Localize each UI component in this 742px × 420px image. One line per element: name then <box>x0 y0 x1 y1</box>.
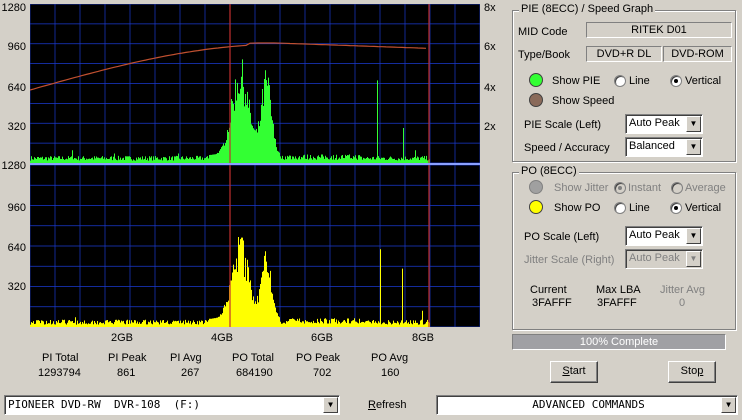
po-peak-label: PO Peak <box>296 352 341 364</box>
jitter-scale-value: Auto Peak <box>629 252 680 264</box>
po-graph <box>30 165 480 327</box>
po-axis-label-960: 960 <box>7 202 26 214</box>
jitter-color-swatch <box>529 180 543 194</box>
advanced-commands-select[interactable]: ADVANCED COMMANDS ▼ <box>436 395 738 415</box>
speed-axis-label-2x: 2x <box>484 121 496 133</box>
pi-peak-value: 861 <box>117 367 136 379</box>
pie-vertical-label[interactable]: Vertical <box>685 75 721 87</box>
pie-scale-label: PIE Scale (Left) <box>524 119 602 131</box>
speed-accuracy-value: Balanced <box>629 140 675 152</box>
current-label: Current <box>530 284 567 296</box>
start-button[interactable]: Start <box>550 361 598 383</box>
jitter-avg-label: Jitter Avg <box>660 284 706 296</box>
stop-button[interactable]: Stop <box>668 361 716 383</box>
show-pie-label[interactable]: Show PIE <box>552 75 600 87</box>
book-type-value: DVD-ROM <box>663 46 732 62</box>
max-lba-value: 3FAFFF <box>597 297 637 309</box>
po-axis-label-1280: 1280 <box>1 160 26 172</box>
drive-select-value: PIONEER DVD-RW DVR-108 (F:) <box>8 398 201 411</box>
chevron-down-icon[interactable]: ▼ <box>686 116 701 132</box>
jitter-instant-radio <box>614 182 626 194</box>
progress-text: 100% Complete <box>579 336 659 348</box>
pie-line-label[interactable]: Line <box>629 75 650 87</box>
jitter-average-label: Average <box>685 182 726 194</box>
po-line-label[interactable]: Line <box>629 202 650 214</box>
po-color-swatch[interactable] <box>529 200 543 214</box>
pie-color-swatch[interactable] <box>529 73 543 87</box>
pie-axis-label-1280: 1280 <box>1 2 26 14</box>
pie-axis-label-960: 960 <box>7 41 26 53</box>
chevron-down-icon[interactable]: ▼ <box>323 397 338 413</box>
chevron-down-icon[interactable]: ▼ <box>721 397 736 413</box>
speed-accuracy-select[interactable]: Balanced ▼ <box>625 137 703 157</box>
speed-accuracy-label: Speed / Accuracy <box>524 142 610 154</box>
stop-button-label-accel: p <box>697 365 704 377</box>
po-total-label: PO Total <box>232 352 274 364</box>
stop-button-label-pre: Sto <box>680 365 698 377</box>
pie-scale-select[interactable]: Auto Peak ▼ <box>625 114 703 134</box>
show-speed-label[interactable]: Show Speed <box>552 95 614 107</box>
x-axis-label-2gb: 2GB <box>110 332 134 344</box>
jitter-instant-label: Instant <box>628 182 662 194</box>
po-group-title: PO (8ECC) <box>519 165 579 177</box>
start-button-label-post: tart <box>569 365 586 377</box>
current-value: 3FAFFF <box>532 297 572 309</box>
pie-axis-label-640: 640 <box>7 82 26 94</box>
po-axis-label-640: 640 <box>7 242 26 254</box>
pi-avg-label: PI Avg <box>170 352 202 364</box>
po-axis-label-320: 320 <box>7 281 26 293</box>
type-book-label: Type/Book <box>518 49 570 61</box>
progress-bar: 100% Complete <box>512 334 726 350</box>
pi-total-label: PI Total <box>42 352 79 364</box>
pie-speed-graph <box>30 4 480 163</box>
drive-select[interactable]: PIONEER DVD-RW DVR-108 (F:) ▼ <box>4 395 340 415</box>
pie-axis-label-320: 320 <box>7 121 26 133</box>
refresh-link-accel: R <box>368 399 376 411</box>
advanced-commands-value: ADVANCED COMMANDS <box>532 398 645 411</box>
speed-color-swatch[interactable] <box>529 93 543 107</box>
pi-peak-label: PI Peak <box>108 352 147 364</box>
po-scale-label: PO Scale (Left) <box>524 231 600 243</box>
chevron-down-icon: ▼ <box>686 251 701 267</box>
jitter-scale-label: Jitter Scale (Right) <box>524 254 615 266</box>
po-total-value: 684190 <box>236 367 273 379</box>
po-avg-value: 160 <box>381 367 400 379</box>
pie-scale-value: Auto Peak <box>629 117 680 129</box>
show-jitter-label: Show Jitter <box>554 182 609 194</box>
x-axis-label-8gb: 8GB <box>411 332 435 344</box>
pi-avg-value: 267 <box>181 367 200 379</box>
po-scale-value: Auto Peak <box>629 229 680 241</box>
po-avg-label: PO Avg <box>371 352 409 364</box>
x-axis-label-6gb: 6GB <box>310 332 334 344</box>
jitter-average-radio <box>671 182 683 194</box>
pie-line-radio[interactable] <box>614 75 626 87</box>
speed-axis-label-6x: 6x <box>484 41 496 53</box>
start-button-label-accel: S <box>562 365 570 377</box>
disc-type-value: DVD+R DL <box>586 46 662 62</box>
chevron-down-icon[interactable]: ▼ <box>686 139 701 155</box>
po-scale-select[interactable]: Auto Peak ▼ <box>625 226 703 246</box>
speed-curve <box>30 42 427 91</box>
pi-total-value: 1293794 <box>38 367 81 379</box>
speed-axis-label-8x: 8x <box>484 2 496 14</box>
po-peak-value: 702 <box>313 367 332 379</box>
mid-code-label: MID Code <box>518 26 568 38</box>
pie-speed-group-title: PIE (8ECC) / Speed Graph <box>519 3 656 15</box>
x-axis-label-4gb: 4GB <box>210 332 234 344</box>
po-vertical-label[interactable]: Vertical <box>685 202 721 214</box>
refresh-link[interactable]: Refresh <box>368 399 407 411</box>
speed-axis-label-4x: 4x <box>484 82 496 94</box>
jitter-avg-value: 0 <box>679 297 686 309</box>
refresh-link-text: efresh <box>375 399 407 411</box>
po-line-radio[interactable] <box>614 202 626 214</box>
mid-code-value: RITEK D01 <box>586 22 732 38</box>
show-po-label[interactable]: Show PO <box>554 202 600 214</box>
max-lba-label: Max LBA <box>596 284 641 296</box>
jitter-scale-select: Auto Peak ▼ <box>625 249 703 269</box>
pie-vertical-radio[interactable] <box>670 75 682 87</box>
po-vertical-radio[interactable] <box>670 202 682 214</box>
chevron-down-icon[interactable]: ▼ <box>686 228 701 244</box>
